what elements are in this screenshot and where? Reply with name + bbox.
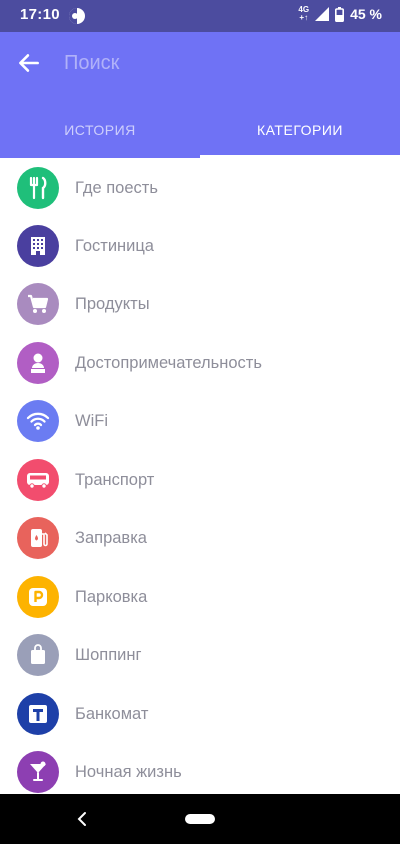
category-label: Банкомат [75, 704, 149, 723]
system-nav-bar [0, 794, 400, 844]
category-label: Где поесть [75, 178, 158, 197]
shopping-cart-icon [17, 283, 59, 325]
cocktail-icon [17, 751, 59, 793]
category-label: Шоппинг [75, 645, 142, 664]
category-label: Транспорт [75, 470, 155, 489]
category-label: Гостиница [75, 236, 154, 255]
monument-icon [17, 342, 59, 384]
fork-knife-icon [17, 167, 59, 209]
category-label: Парковка [75, 587, 148, 606]
category-item-parking[interactable]: Парковка [0, 568, 400, 626]
category-item-wifi[interactable]: WiFi [0, 392, 400, 450]
category-item-groceries[interactable]: Продукты [0, 275, 400, 333]
bus-icon [17, 459, 59, 501]
status-time: 17:10 [20, 6, 60, 23]
parking-icon [17, 576, 59, 618]
signal-icon [315, 7, 330, 21]
network-indicator: 4G +↑ [298, 5, 310, 22]
category-list: Где поесть Гостиница Продукты Достоприме… [0, 158, 400, 794]
category-item-transport[interactable]: Транспорт [0, 451, 400, 509]
battery-level: 45 % [350, 6, 382, 22]
status-right: 4G +↑ 45 % [298, 5, 382, 23]
battery-icon [335, 6, 345, 22]
hotel-building-icon [17, 225, 59, 267]
status-bar: 17:10 4G +↑ 45 % [0, 0, 400, 32]
category-item-eat[interactable]: Где поесть [0, 159, 400, 217]
atm-icon [17, 693, 59, 735]
category-label: Заправка [75, 528, 147, 547]
nav-back-icon[interactable] [76, 810, 88, 828]
category-item-shopping[interactable]: Шоппинг [0, 626, 400, 684]
back-arrow-icon[interactable] [16, 50, 42, 76]
tab-categories[interactable]: КАТЕГОРИИ [200, 102, 400, 158]
category-label: Продукты [75, 294, 150, 313]
category-label: Ночная жизнь [75, 762, 182, 781]
tab-bar: ИСТОРИЯ КАТЕГОРИИ [0, 102, 400, 158]
category-item-gas[interactable]: Заправка [0, 509, 400, 567]
category-item-sights[interactable]: Достопримечательность [0, 334, 400, 392]
category-item-nightlife[interactable]: Ночная жизнь [0, 743, 400, 794]
gas-station-icon [17, 517, 59, 559]
category-label: WiFi [75, 411, 108, 430]
app-indicator-icon [69, 8, 85, 24]
wifi-icon [17, 400, 59, 442]
search-input[interactable] [62, 46, 366, 80]
category-item-atm[interactable]: Банкомат [0, 685, 400, 743]
tab-history[interactable]: ИСТОРИЯ [0, 102, 200, 158]
category-label: Достопримечательность [75, 353, 262, 372]
app-bar: ИСТОРИЯ КАТЕГОРИИ [0, 32, 400, 158]
category-item-hotel[interactable]: Гостиница [0, 217, 400, 275]
shopping-bag-icon [17, 634, 59, 676]
nav-home-pill[interactable] [185, 814, 215, 824]
